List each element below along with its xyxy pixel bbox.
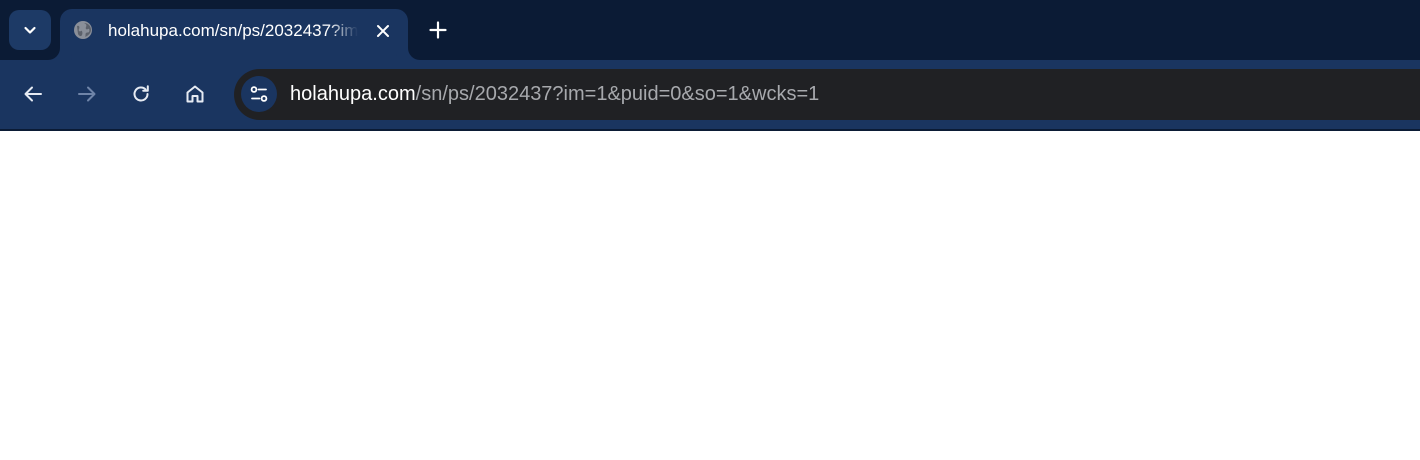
site-info-button[interactable] bbox=[241, 76, 277, 112]
new-tab-button[interactable] bbox=[424, 16, 452, 44]
reload-button[interactable] bbox=[124, 77, 158, 111]
arrow-right-icon bbox=[76, 83, 98, 105]
forward-button[interactable] bbox=[70, 77, 104, 111]
tab-strip: holahupa.com/sn/ps/2032437?im=1&puid=0&s… bbox=[0, 0, 1420, 60]
reload-icon bbox=[130, 83, 152, 105]
url-text[interactable]: holahupa.com/sn/ps/2032437?im=1&puid=0&s… bbox=[290, 83, 819, 106]
home-icon bbox=[184, 83, 206, 105]
tab-search-button[interactable] bbox=[9, 10, 51, 50]
chevron-down-icon bbox=[22, 22, 38, 38]
arrow-left-icon bbox=[22, 83, 44, 105]
url-path: /sn/ps/2032437?im=1&puid=0&so=1&wcks=1 bbox=[415, 83, 820, 105]
home-button[interactable] bbox=[178, 77, 212, 111]
close-icon[interactable] bbox=[372, 20, 394, 42]
tab-title: holahupa.com/sn/ps/2032437?im=1&puid=0&s… bbox=[108, 21, 358, 40]
plus-icon bbox=[429, 21, 447, 39]
tune-icon bbox=[249, 84, 269, 104]
url-host: holahupa.com bbox=[290, 83, 416, 105]
globe-icon bbox=[73, 20, 93, 40]
toolbar: holahupa.com/sn/ps/2032437?im=1&puid=0&s… bbox=[0, 60, 1420, 129]
address-bar[interactable]: holahupa.com/sn/ps/2032437?im=1&puid=0&s… bbox=[234, 69, 1420, 120]
active-tab[interactable]: holahupa.com/sn/ps/2032437?im=1&puid=0&s… bbox=[60, 9, 408, 60]
back-button[interactable] bbox=[16, 77, 50, 111]
page-content bbox=[0, 131, 1420, 460]
